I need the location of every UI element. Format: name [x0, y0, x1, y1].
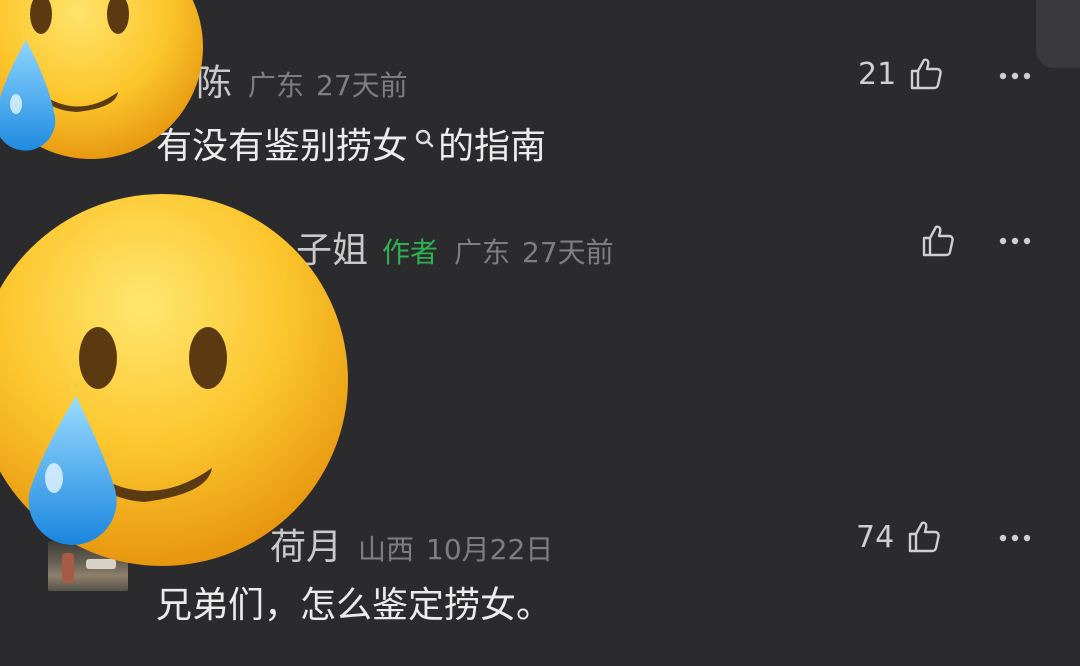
timestamp: 27天前: [316, 69, 408, 102]
like-count: 21: [858, 56, 897, 92]
more-dots-icon[interactable]: [998, 236, 1032, 246]
avatar[interactable]: [48, 541, 128, 591]
comment-header: 荷月 山西 10月22日: [270, 518, 553, 570]
comment-thread: 陈 广东 27天前 有没有鉴别捞女 的指南 21 子姐 作者 广东 27天前 荷…: [0, 0, 1080, 666]
comment-item: 子姐 作者 广东 27天前: [0, 185, 1080, 485]
comment-meta: 广东 27天前: [248, 64, 408, 104]
timestamp: 10月22日: [426, 533, 554, 566]
location-text: 广东: [454, 236, 511, 269]
author-badge: 作者: [382, 236, 439, 269]
like-button[interactable]: 74: [856, 519, 942, 555]
comment-text-part: 的指南: [438, 126, 547, 167]
thumbs-up-icon: [922, 225, 954, 257]
username[interactable]: 荷月: [270, 518, 342, 570]
timestamp: 27天前: [522, 236, 614, 269]
more-dots-icon[interactable]: [998, 71, 1032, 81]
thumbs-up-icon: [908, 521, 940, 553]
comment-header: 陈 广东 27天前: [196, 54, 408, 106]
comment-text-part: 兄弟们，怎么鉴定捞女。: [156, 585, 553, 626]
like-button[interactable]: [908, 223, 956, 259]
comment-header: 子姐 作者 广东 27天前: [296, 221, 614, 273]
comment-text-part: 有没有鉴别捞女: [156, 126, 409, 167]
username[interactable]: 子姐: [296, 221, 368, 273]
like-button[interactable]: 21: [858, 56, 944, 92]
comment-item: 陈 广东 27天前 有没有鉴别捞女 的指南 21: [0, 0, 1080, 185]
like-count: 74: [856, 519, 895, 555]
comment-meta: 广东 27天前: [454, 231, 614, 271]
comment-text: 有没有鉴别捞女 的指南: [156, 118, 546, 168]
location-text: 山西: [358, 533, 415, 566]
comment-text: 兄弟们，怎么鉴定捞女。: [156, 577, 552, 627]
comment-meta: 山西 10月22日: [358, 528, 553, 568]
username[interactable]: 陈: [196, 54, 232, 106]
thumbs-up-icon: [910, 58, 942, 90]
location-text: 广东: [248, 69, 305, 102]
more-dots-icon[interactable]: [998, 533, 1032, 543]
search-icon[interactable]: [412, 126, 436, 160]
comment-item: 荷月 山西 10月22日 兄弟们，怎么鉴定捞女。 74: [0, 485, 1080, 666]
